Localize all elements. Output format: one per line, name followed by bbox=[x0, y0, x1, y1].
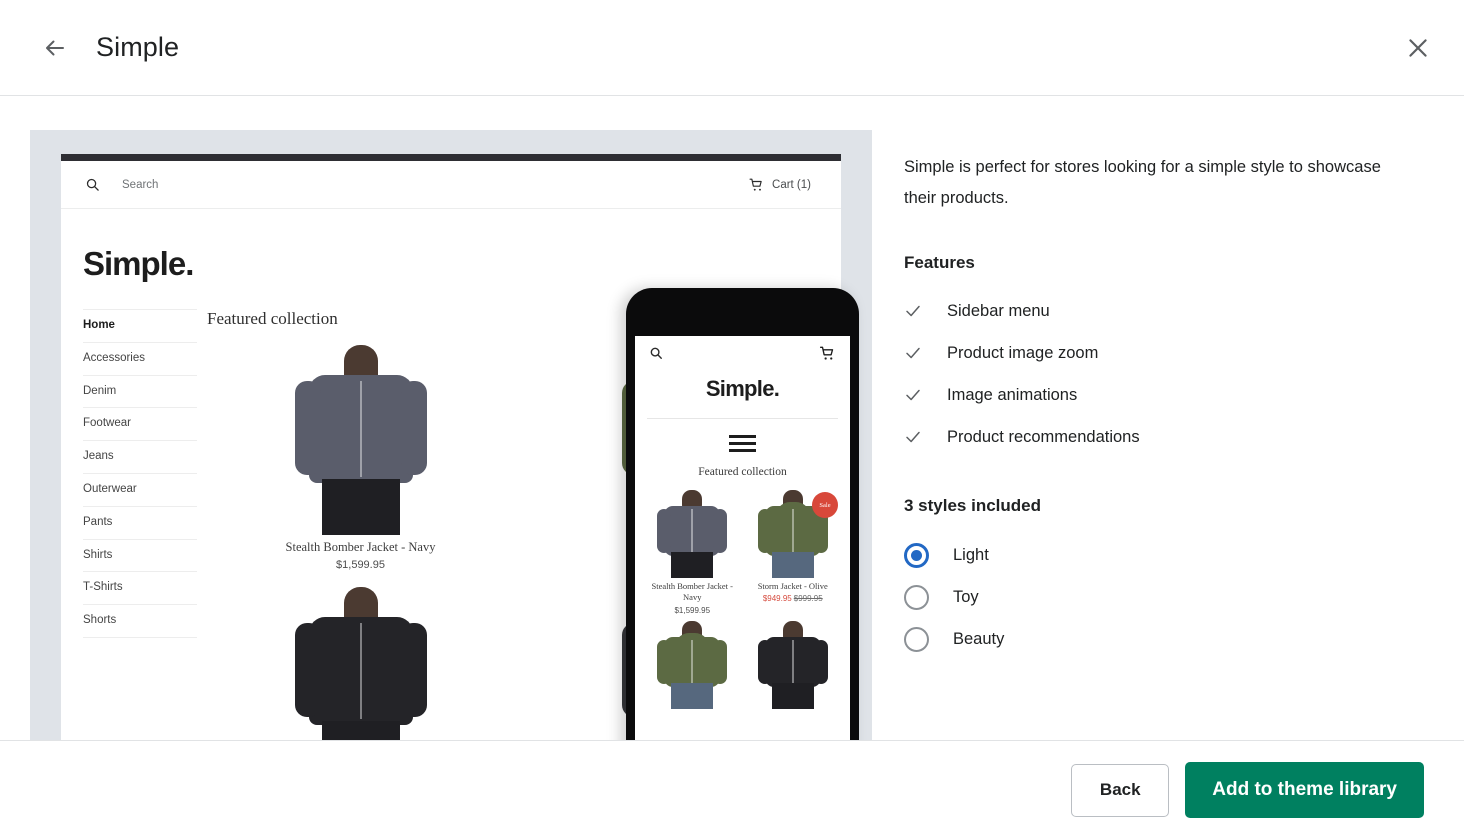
mobile-topbar bbox=[635, 336, 850, 370]
radio-button[interactable] bbox=[904, 584, 929, 610]
product-price: $1,599.95 bbox=[336, 559, 385, 571]
add-to-theme-library-button[interactable]: Add to theme library bbox=[1185, 762, 1424, 818]
storefront-nav-item[interactable]: Jeans bbox=[83, 441, 197, 474]
mobile-featured-collection-title: Featured collection bbox=[698, 466, 787, 478]
page-title: Simple bbox=[96, 32, 180, 62]
theme-preview-panel: Search Cart (1) Simple. Home Accessories D… bbox=[30, 130, 872, 740]
close-button[interactable] bbox=[1396, 26, 1440, 70]
style-label: Toy bbox=[953, 587, 979, 606]
feature-label: Product image zoom bbox=[947, 343, 1099, 362]
mobile-product-card[interactable]: Stealth Bomber Jacket - Navy $1,599.95 bbox=[645, 486, 740, 615]
storefront-sidebar-nav: Home Accessories Denim Footwear Jeans Outerwe… bbox=[61, 309, 197, 740]
check-icon bbox=[906, 389, 920, 401]
product-image-wrap bbox=[207, 577, 514, 740]
product-image bbox=[294, 587, 427, 740]
sale-badge: Sale bbox=[812, 492, 838, 518]
storefront-topbar: Search Cart (1) bbox=[61, 161, 841, 209]
style-radio-option-toy[interactable]: Toy bbox=[904, 576, 1424, 618]
style-radio-group[interactable]: Light Toy Beauty bbox=[904, 534, 1424, 660]
mobile-product-card[interactable] bbox=[645, 617, 740, 709]
styles-heading: 3 styles included bbox=[904, 496, 1041, 516]
check-icon bbox=[906, 305, 920, 317]
mobile-product-card[interactable]: Sale Storm Jacket - Olive $949.95 $999.95 bbox=[746, 486, 841, 615]
product-name: Storm Jacket - Olive bbox=[757, 581, 828, 591]
modal-body: Search Cart (1) Simple. Home Accessories D… bbox=[0, 96, 1464, 740]
theme-preview-modal: Simple Search Cart (1) Simple. Home Acce… bbox=[0, 0, 1464, 839]
storefront-nav-item[interactable]: Accessories bbox=[83, 343, 197, 376]
search-icon bbox=[86, 178, 99, 191]
mobile-preview-frame: Simple. Featured collection Stealth Bomb… bbox=[626, 288, 859, 740]
storefront-nav-item[interactable]: Pants bbox=[83, 507, 197, 540]
shopping-cart-icon bbox=[749, 178, 762, 191]
theme-description: Simple is perfect for stores looking for… bbox=[904, 158, 1381, 207]
feature-label: Product recommendations bbox=[947, 427, 1140, 446]
modal-footer: Back Add to theme library bbox=[0, 740, 1464, 839]
style-label: Light bbox=[953, 545, 989, 564]
mobile-screen: Simple. Featured collection Stealth Bomb… bbox=[635, 336, 850, 740]
mobile-product-card[interactable] bbox=[746, 617, 841, 709]
storefront-nav-item[interactable]: Shirts bbox=[83, 540, 197, 573]
radio-button[interactable] bbox=[904, 542, 929, 568]
feature-item: Product recommendations bbox=[904, 416, 1424, 458]
storefront-nav-item[interactable]: Shorts bbox=[83, 605, 197, 638]
modal-header: Simple bbox=[0, 0, 1464, 96]
mobile-product-grid: Stealth Bomber Jacket - Navy $1,599.95 Sal… bbox=[635, 486, 850, 709]
back-button[interactable] bbox=[33, 26, 77, 70]
product-image-wrap bbox=[645, 486, 740, 578]
style-radio-option-light[interactable]: Light bbox=[904, 534, 1424, 576]
storefront-nav-item[interactable]: T-Shirts bbox=[83, 572, 197, 606]
style-label: Beauty bbox=[953, 629, 1005, 648]
product-card[interactable]: Stealth Bomber Jacket - Navy $1,599.95 bbox=[207, 335, 514, 571]
product-image-wrap bbox=[746, 617, 841, 709]
check-icon bbox=[906, 347, 920, 359]
style-radio-option-beauty[interactable]: Beauty bbox=[904, 618, 1424, 660]
storefront-brand: Simple. bbox=[83, 245, 194, 282]
storefront-nav-item[interactable]: Denim bbox=[83, 376, 197, 409]
arrow-left-icon bbox=[46, 40, 64, 55]
product-price: $1,599.95 bbox=[674, 605, 711, 615]
product-name: Stealth Bomber Jacket - Navy bbox=[285, 540, 436, 554]
theme-info-panel: Simple is perfect for stores looking for… bbox=[904, 152, 1424, 660]
storefront-search-placeholder: Search bbox=[122, 178, 159, 191]
product-image bbox=[757, 620, 828, 709]
mobile-brand: Simple. bbox=[705, 376, 780, 401]
feature-label: Image animations bbox=[947, 385, 1078, 404]
radio-button[interactable] bbox=[904, 626, 929, 652]
shopping-cart-icon bbox=[819, 346, 834, 360]
search-icon bbox=[650, 347, 662, 359]
feature-item: Sidebar menu bbox=[904, 290, 1424, 332]
product-card[interactable] bbox=[207, 577, 514, 740]
check-icon bbox=[906, 431, 920, 443]
feature-label: Sidebar menu bbox=[947, 301, 1050, 320]
product-price: $949.95$999.95 bbox=[762, 594, 823, 604]
close-icon bbox=[1409, 39, 1427, 57]
features-heading: Features bbox=[904, 253, 975, 273]
product-name: Stealth Bomber Jacket - Navy bbox=[651, 581, 733, 603]
storefront-cart-label: Cart (1) bbox=[772, 178, 811, 191]
product-image-wrap bbox=[207, 335, 514, 535]
storefront-nav-item[interactable]: Footwear bbox=[83, 408, 197, 442]
storefront-nav-item[interactable]: Outerwear bbox=[83, 474, 197, 507]
hamburger-menu-icon[interactable] bbox=[635, 419, 850, 466]
product-image bbox=[657, 490, 728, 578]
storefront-cart: Cart (1) bbox=[749, 178, 811, 192]
product-image bbox=[294, 345, 427, 535]
storefront-nav-item[interactable]: Home bbox=[83, 309, 197, 343]
feature-item: Product image zoom bbox=[904, 332, 1424, 374]
back-button-footer[interactable]: Back bbox=[1071, 763, 1170, 817]
features-list: Sidebar menu Product image zoom Image anim… bbox=[904, 290, 1424, 458]
product-image-wrap bbox=[645, 617, 740, 709]
product-image bbox=[657, 620, 728, 709]
feature-item: Image animations bbox=[904, 374, 1424, 416]
